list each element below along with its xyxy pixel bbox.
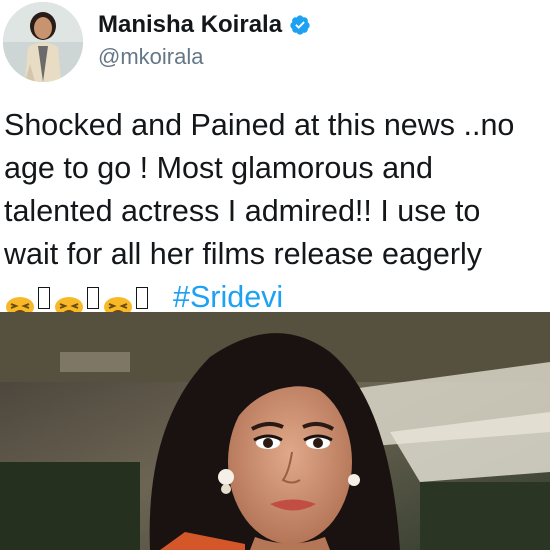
missing-glyph-box [87,286,99,309]
missing-glyph-box [38,286,50,309]
tweet-text-line: wait for all her films release eagerly [4,237,483,271]
tweet-card: Manisha Koirala @mkoirala Shocked and Pa… [0,0,550,550]
tweet-text-line: Shocked and Pained at this news ..no [4,108,515,142]
author-handle[interactable]: @mkoirala [98,44,203,70]
persevering-face-emoji-icon [53,286,85,317]
author-display-name: Manisha Koirala [98,11,283,38]
verified-badge-icon [289,14,311,36]
persevering-face-emoji-icon [4,286,36,317]
photo-image [0,312,550,550]
avatar-photo [3,2,83,82]
author-name-link[interactable]: Manisha Koirala [98,10,311,40]
tweet-text-line: age to go ! Most glamorous and [4,151,433,185]
tweet-text-line: talented actress I admired!! I use to [4,194,481,228]
missing-glyph-box [136,286,148,309]
tweet-text: Shocked and Pained at this news ..no age… [4,104,548,319]
author-avatar[interactable] [3,2,83,82]
persevering-face-emoji-icon [102,286,134,317]
tweet-photo[interactable] [0,312,550,550]
